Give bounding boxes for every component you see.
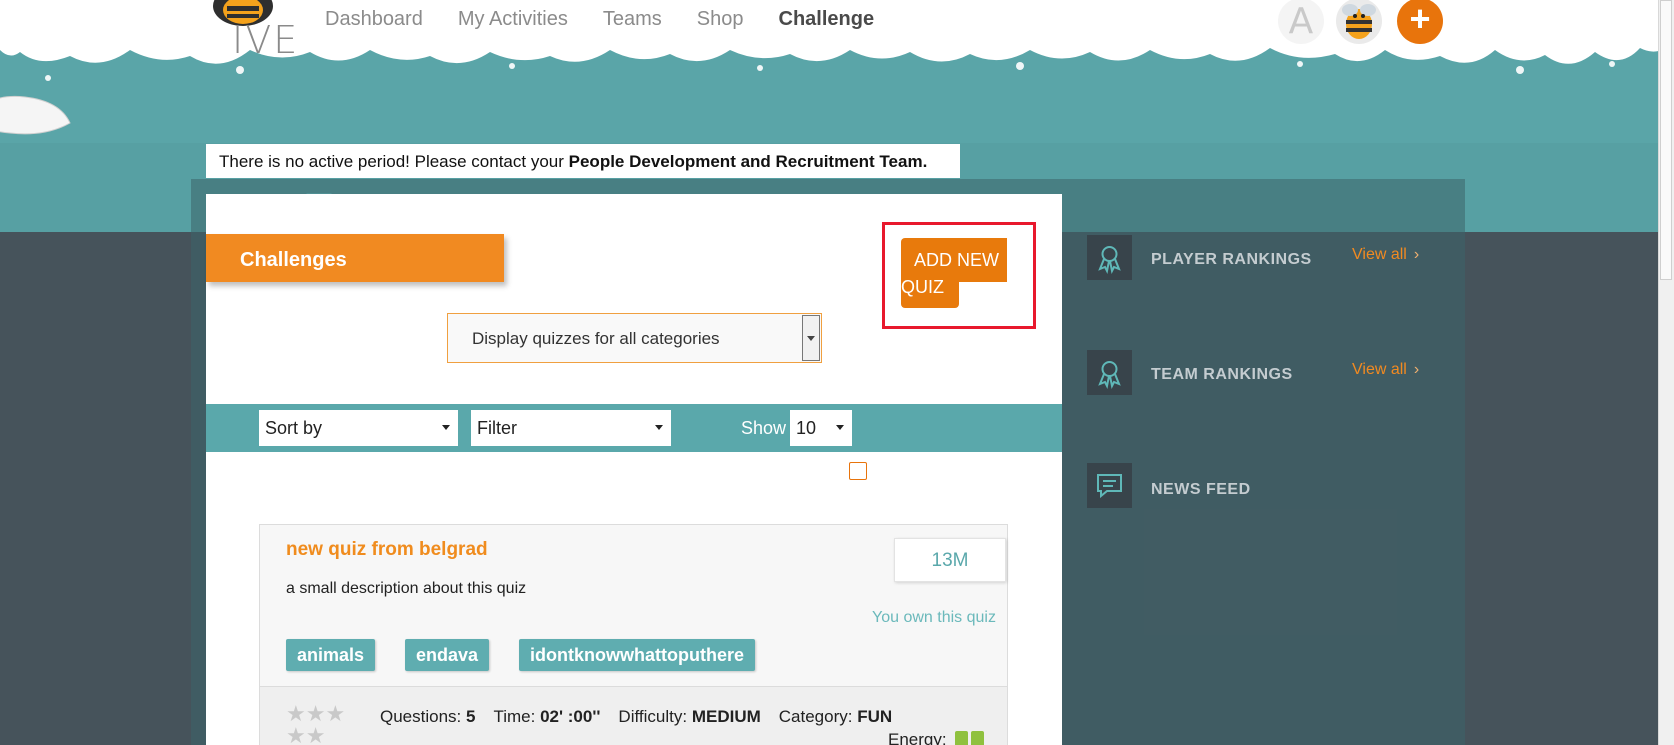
energy-label: Energy:: [888, 730, 947, 745]
energy-bar-icon: [955, 731, 968, 745]
team-rankings-view-all-link[interactable]: View all ›: [1352, 361, 1419, 379]
chevron-right-icon: ›: [1413, 246, 1420, 263]
chevron-right-icon: ›: [1413, 361, 1420, 378]
user-avatar-letter[interactable]: A: [1278, 0, 1324, 44]
add-plus-button[interactable]: +: [1397, 0, 1443, 44]
nav-my-activities[interactable]: My Activities: [458, 6, 568, 32]
add-button-line1: ADD NEW: [914, 250, 999, 270]
team-rankings-icon-box: [1087, 350, 1132, 395]
view-all-label: View all: [1352, 361, 1407, 378]
nav-shop[interactable]: Shop: [697, 6, 744, 32]
alert-team-name: People Development and Recruitment Team.: [568, 152, 928, 171]
bee-avatar[interactable]: [1336, 0, 1382, 44]
chat-bubble-icon: [1097, 474, 1122, 499]
rating-stars-icon[interactable]: ★★★ ★★: [286, 703, 346, 745]
energy-bar-icon: [971, 731, 984, 745]
challenges-tab[interactable]: Challenges: [206, 234, 504, 282]
nav-challenge[interactable]: Challenge: [779, 6, 875, 32]
sort-by-dropdown[interactable]: Sort by: [259, 410, 458, 446]
quiz-time-badge: 13M: [894, 538, 1006, 582]
category-label: Category:: [778, 707, 853, 726]
time-label: Time:: [493, 707, 536, 726]
time-value: 02' :00'': [540, 707, 601, 726]
view-all-label: View all: [1352, 246, 1407, 263]
questions-label: Questions:: [380, 707, 462, 726]
cloud-decoration: [0, 95, 71, 135]
quiz-owner-note: You own this quiz: [872, 609, 996, 626]
filter-dropdown[interactable]: Filter: [471, 410, 671, 446]
nav-dashboard[interactable]: Dashboard: [325, 6, 423, 32]
show-label: Show: [741, 418, 787, 438]
tag-animals[interactable]: animals: [286, 639, 376, 671]
quiz-description: a small description about this quiz: [286, 580, 527, 597]
player-rankings-heading: PLAYER RANKINGS: [1151, 251, 1312, 268]
news-feed-heading: NEWS FEED: [1151, 481, 1251, 498]
quiz-stats: Questions: 5 Time: 02' :00'' Difficulty: M…: [380, 707, 892, 727]
scrollbar-thumb[interactable]: [1660, 0, 1672, 280]
no-active-period-alert: There is no active period! Please contac…: [206, 144, 960, 178]
news-feed-icon-box: [1087, 463, 1132, 508]
ribbon-icon: [1098, 246, 1121, 275]
bee-icon: [1342, 4, 1376, 39]
team-rankings-heading: TEAM RANKINGS: [1151, 366, 1293, 383]
add-button-text: ADD NEW QUIZ: [901, 247, 1011, 301]
difficulty-value: MEDIUM: [691, 707, 761, 726]
nav-teams[interactable]: Teams: [603, 6, 662, 32]
add-button-line2: QUIZ: [901, 277, 944, 297]
alert-text: There is no active period! Please contac…: [219, 152, 569, 171]
show-count-dropdown[interactable]: 10: [790, 410, 852, 446]
select-checkbox[interactable]: [849, 462, 867, 480]
logo-text: IVE: [232, 18, 300, 62]
main-navigation: Dashboard My Activities Teams Shop Chall…: [325, 6, 909, 32]
category-select[interactable]: Display quizzes for all categories: [447, 313, 822, 363]
tag-idontknowwhattoputhere[interactable]: idontknowwhattoputhere: [519, 639, 755, 671]
player-rankings-icon-box: [1087, 235, 1132, 280]
add-new-quiz-button[interactable]: ADD NEW QUIZ: [901, 238, 1007, 308]
difficulty-label: Difficulty:: [618, 707, 688, 726]
category-dropdown-arrow-icon[interactable]: [802, 315, 820, 361]
tag-endava[interactable]: endava: [405, 639, 490, 671]
quiz-title[interactable]: new quiz from belgrad: [286, 539, 488, 561]
ribbon-icon: [1098, 361, 1121, 390]
category-value: FUN: [857, 707, 893, 726]
player-rankings-view-all-link[interactable]: View all ›: [1352, 246, 1419, 264]
questions-value: 5: [466, 707, 476, 726]
